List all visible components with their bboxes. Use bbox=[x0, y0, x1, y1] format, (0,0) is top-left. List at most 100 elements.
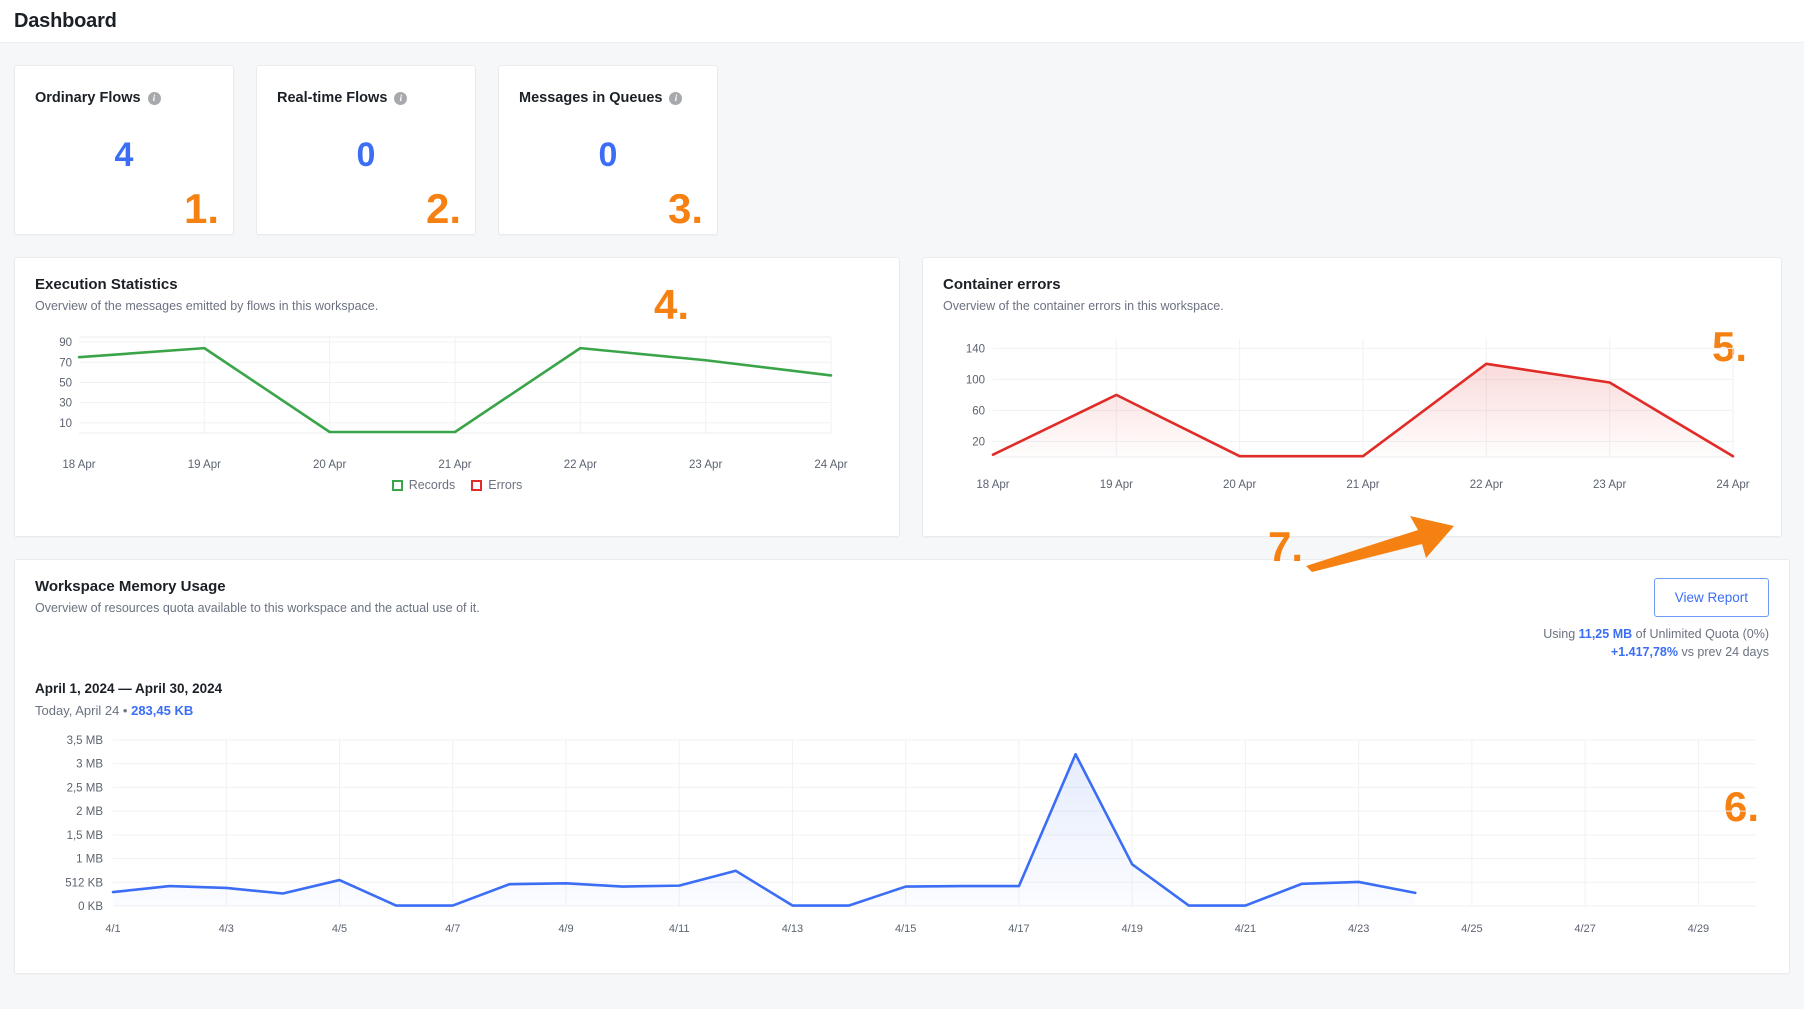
svg-text:10: 10 bbox=[59, 418, 72, 430]
info-icon[interactable]: i bbox=[394, 91, 408, 105]
info-icon[interactable]: i bbox=[669, 91, 683, 105]
legend-item-records[interactable]: Records bbox=[391, 478, 456, 492]
svg-text:18 Apr: 18 Apr bbox=[62, 459, 95, 471]
execution-statistics-chart[interactable]: 90 70 50 30 10 18 Apr 19 Apr 20 Apr 21 Apr 22 Ap… bbox=[35, 329, 879, 476]
stat-card-value: 0 bbox=[356, 136, 376, 174]
svg-text:19 Apr: 19 Apr bbox=[188, 459, 221, 471]
memory-period-block: April 1, 2024 — April 30, 2024 Today, Ap… bbox=[35, 681, 1769, 718]
execution-statistics-svg: 90 70 50 30 10 bbox=[59, 336, 833, 434]
stat-card-value: 0 bbox=[598, 136, 618, 174]
svg-text:24 Apr: 24 Apr bbox=[1716, 479, 1749, 491]
dashboard-page: Dashboard Ordinary Flows i 4 1. Real-tim… bbox=[0, 0, 1804, 1009]
svg-text:1,5 MB: 1,5 MB bbox=[67, 830, 104, 842]
svg-text:4/11: 4/11 bbox=[669, 923, 690, 935]
quota-delta-value: +1.417,78% bbox=[1610, 645, 1678, 659]
memory-panel-subtitle: Overview of resources quota available to… bbox=[35, 601, 480, 615]
execution-statistics-subtitle: Overview of the messages emitted by flow… bbox=[35, 299, 379, 313]
stat-card-ordinary-flows[interactable]: Ordinary Flows i 4 1. bbox=[14, 65, 234, 235]
legend-item-errors[interactable]: Errors bbox=[471, 478, 522, 492]
container-errors-subtitle: Overview of the container errors in this… bbox=[943, 299, 1224, 313]
svg-text:60: 60 bbox=[972, 405, 985, 417]
quota-value: 11,25 MB bbox=[1578, 627, 1633, 641]
svg-text:22 Apr: 22 Apr bbox=[564, 459, 597, 471]
svg-text:4/17: 4/17 bbox=[1008, 923, 1029, 935]
stat-card-header: Messages in Queues i bbox=[519, 90, 697, 106]
stat-card-messages-in-queues[interactable]: Messages in Queues i 0 3. bbox=[498, 65, 718, 235]
svg-text:2,5 MB: 2,5 MB bbox=[67, 782, 104, 794]
svg-text:140: 140 bbox=[966, 343, 985, 355]
execution-statistics-title: Execution Statistics bbox=[35, 276, 178, 293]
memory-panel-actions: View Report Using 11,25 MB of Unlimited … bbox=[1543, 578, 1769, 659]
annotation-marker-2: 2. bbox=[425, 185, 461, 232]
quota-delta-text: +1.417,78% vs prev 24 days bbox=[1543, 645, 1769, 659]
execution-statistics-legend: Records Errors bbox=[35, 478, 879, 492]
svg-text:23 Apr: 23 Apr bbox=[689, 459, 722, 471]
svg-text:4/5: 4/5 bbox=[332, 923, 347, 935]
legend-swatch-records bbox=[391, 479, 403, 491]
svg-text:20: 20 bbox=[972, 436, 985, 448]
svg-text:4/27: 4/27 bbox=[1574, 923, 1595, 935]
svg-text:4/15: 4/15 bbox=[895, 923, 916, 935]
view-report-button[interactable]: View Report bbox=[1653, 578, 1769, 617]
svg-text:18 Apr: 18 Apr bbox=[976, 479, 1009, 491]
svg-text:100: 100 bbox=[966, 374, 985, 386]
stat-card-header: Ordinary Flows i bbox=[35, 90, 213, 106]
stat-card-label: Ordinary Flows bbox=[35, 90, 141, 106]
svg-text:70: 70 bbox=[59, 357, 72, 369]
annotation-marker-7: 7. bbox=[1268, 523, 1304, 570]
memory-panel-heading: Workspace Memory Usage Overview of resou… bbox=[35, 578, 480, 615]
svg-text:2 MB: 2 MB bbox=[76, 806, 103, 818]
svg-text:4/9: 4/9 bbox=[558, 923, 573, 935]
info-icon[interactable]: i bbox=[147, 91, 161, 105]
svg-text:50: 50 bbox=[59, 377, 72, 389]
memory-usage-chart[interactable]: 3,5 MB 3 MB 2,5 MB 2 MB 1,5 MB 1 MB 512 KB 0 KB… bbox=[35, 728, 1769, 943]
legend-label-records: Records bbox=[408, 478, 456, 492]
svg-text:21 Apr: 21 Apr bbox=[438, 459, 471, 471]
svg-text:30: 30 bbox=[59, 398, 72, 410]
stat-card-label: Real-time Flows bbox=[277, 90, 388, 106]
annotation-marker-1: 1. bbox=[183, 185, 219, 232]
svg-text:512 KB: 512 KB bbox=[65, 877, 103, 889]
svg-text:3 MB: 3 MB bbox=[76, 759, 103, 771]
svg-text:20 Apr: 20 Apr bbox=[313, 459, 346, 471]
annotation-marker-3: 3. bbox=[667, 185, 703, 232]
quota-suffix: of Unlimited Quota (0%) bbox=[1632, 627, 1769, 641]
svg-text:4/13: 4/13 bbox=[782, 923, 803, 935]
annotation-marker-4: 4. bbox=[653, 281, 689, 328]
stat-cards-row: Ordinary Flows i 4 1. Real-time Flows i … bbox=[0, 43, 1804, 235]
svg-text:4/1: 4/1 bbox=[105, 923, 120, 935]
legend-label-errors: Errors bbox=[488, 478, 523, 492]
svg-text:22 Apr: 22 Apr bbox=[1470, 479, 1503, 491]
svg-text:24 Apr: 24 Apr bbox=[814, 459, 847, 471]
stat-card-realtime-flows[interactable]: Real-time Flows i 0 2. bbox=[256, 65, 476, 235]
container-errors-panel: Container errors Overview of the contain… bbox=[922, 257, 1782, 537]
svg-text:4/3: 4/3 bbox=[219, 923, 234, 935]
memory-today-prefix: Today, April 24 • bbox=[35, 703, 132, 718]
memory-today-value: 283,45 KB bbox=[131, 703, 194, 718]
svg-text:19 Apr: 19 Apr bbox=[1100, 479, 1133, 491]
memory-panel-header: Workspace Memory Usage Overview of resou… bbox=[35, 578, 1769, 659]
svg-text:4/25: 4/25 bbox=[1461, 923, 1482, 935]
execution-statistics-xaxis: 18 Apr 19 Apr 20 Apr 21 Apr 22 Apr 23 Apr 24 A… bbox=[62, 459, 847, 471]
stat-card-header: Real-time Flows i bbox=[277, 90, 455, 106]
charts-row: Execution Statistics Overview of the mes… bbox=[0, 235, 1804, 537]
container-errors-title: Container errors bbox=[943, 276, 1061, 293]
svg-text:4/21: 4/21 bbox=[1235, 923, 1256, 935]
memory-today-line: Today, April 24 • 283,45 KB bbox=[35, 703, 1769, 718]
svg-text:23 Apr: 23 Apr bbox=[1593, 479, 1626, 491]
container-errors-chart[interactable]: 140 100 60 20 18 Apr 19 Apr 20 Apr 21 Apr 22 Ap… bbox=[943, 329, 1761, 496]
svg-text:4/19: 4/19 bbox=[1121, 923, 1142, 935]
svg-text:0 KB: 0 KB bbox=[78, 901, 103, 913]
memory-usage-svg: 3,5 MB 3 MB 2,5 MB 2 MB 1,5 MB 1 MB 512 KB 0 KB… bbox=[65, 735, 1755, 935]
stat-card-label: Messages in Queues bbox=[519, 90, 663, 106]
svg-text:4/23: 4/23 bbox=[1348, 923, 1369, 935]
svg-text:21 Apr: 21 Apr bbox=[1346, 479, 1379, 491]
svg-text:3,5 MB: 3,5 MB bbox=[67, 735, 104, 747]
svg-text:4/7: 4/7 bbox=[445, 923, 460, 935]
quota-prefix: Using bbox=[1543, 627, 1579, 641]
stat-card-value: 4 bbox=[114, 136, 134, 174]
legend-swatch-errors bbox=[471, 479, 483, 491]
top-bar: Dashboard bbox=[0, 0, 1804, 43]
container-errors-svg: 140 100 60 20 bbox=[966, 339, 1735, 458]
quota-delta-suffix: vs prev 24 days bbox=[1677, 645, 1769, 659]
